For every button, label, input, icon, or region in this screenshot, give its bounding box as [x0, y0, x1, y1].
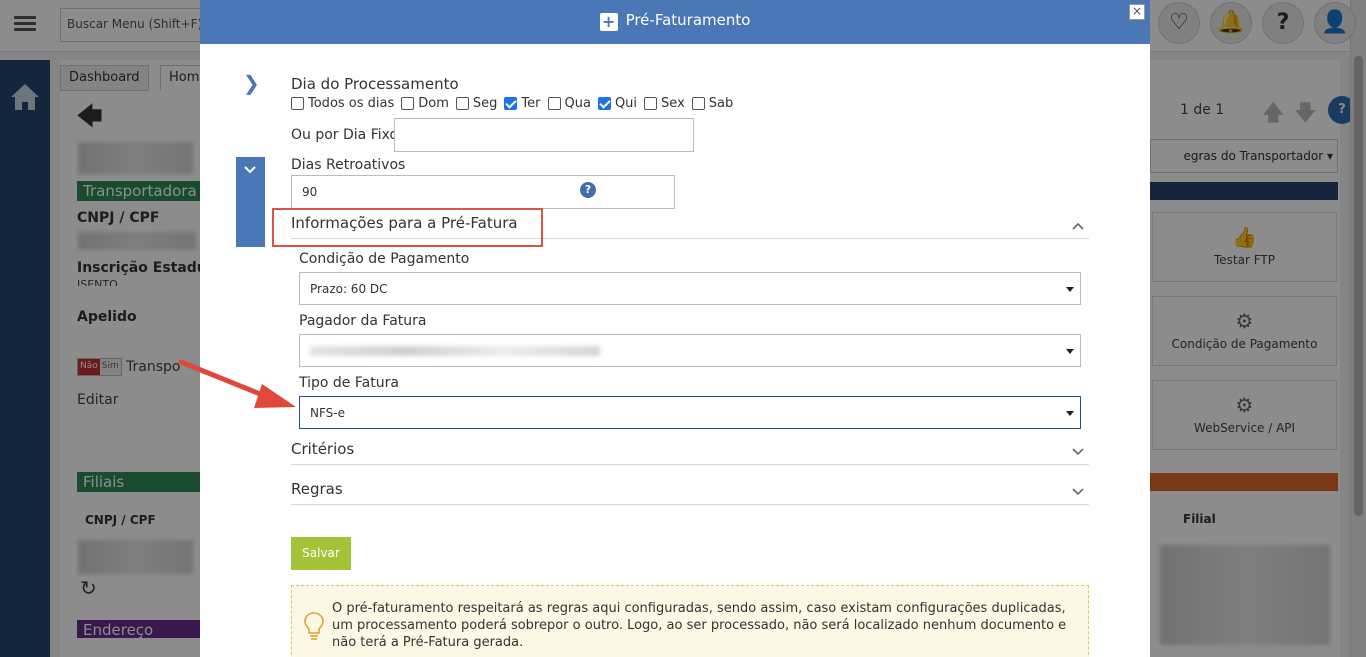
help-question-icon[interactable]: ? — [580, 182, 596, 198]
checkbox-label: Ter — [521, 96, 541, 111]
day-checkbox-sex[interactable]: Sex — [644, 96, 685, 111]
pagador-fatura-select[interactable] — [299, 334, 1081, 367]
accordion-criterios-title: Critérios — [291, 440, 355, 458]
day-checkbox-dom[interactable]: Dom — [401, 96, 449, 111]
info-text: O pré-faturamento respeitará as regras a… — [332, 601, 1067, 650]
condicao-pagamento-label: Condição de Pagamento — [299, 251, 470, 267]
day-checkbox-todos-os-dias[interactable]: Todos os dias — [291, 96, 394, 111]
checkbox-label: Todos os dias — [308, 96, 395, 111]
day-checkbox-qua[interactable]: Qua — [547, 96, 591, 111]
days-checkboxes: Todos os dias Dom Seg Ter Qua Qui Sex Sab — [291, 96, 740, 111]
checkbox-box[interactable] — [291, 97, 304, 110]
plus-icon: + — [599, 13, 618, 31]
checkbox-box[interactable] — [644, 97, 658, 110]
day-checkbox-ter[interactable]: Ter — [504, 96, 541, 111]
checkbox-label: Qua — [564, 96, 591, 111]
dias-retroativos-input[interactable]: 90 — [291, 175, 675, 209]
checkbox-label: Sex — [661, 96, 685, 111]
modal-title: + Pré-Faturamento — [200, 11, 1150, 31]
checkbox-box[interactable] — [691, 97, 705, 110]
day-checkbox-qui[interactable]: Qui — [597, 96, 638, 111]
blurred-pagador-value — [310, 345, 600, 356]
pre-faturamento-modal: + Pré-Faturamento × ❯ Dia do Processament… — [200, 0, 1150, 657]
dia-fixo-input[interactable] — [394, 118, 694, 152]
checkbox-box[interactable] — [504, 97, 518, 110]
tipo-fatura-label: Tipo de Fatura — [299, 375, 399, 391]
checkbox-label: Sab — [708, 96, 734, 111]
modal-header: + Pré-Faturamento × — [200, 0, 1150, 44]
lightbulb-icon — [304, 612, 324, 640]
checkbox-box[interactable] — [455, 97, 469, 110]
dia-processamento-label: Dia do Processamento — [291, 75, 459, 93]
dia-fixo-label: Ou por Dia Fixo — [291, 127, 399, 143]
condicao-pagamento-select[interactable]: Prazo: 60 DC — [299, 272, 1081, 305]
chevron-up-icon — [1072, 222, 1084, 230]
chevron-down-icon — [244, 166, 256, 174]
collapse-side-tab[interactable] — [236, 157, 265, 247]
checkbox-label: Dom — [418, 96, 449, 111]
checkbox-label: Qui — [614, 96, 638, 111]
highlight-box — [272, 208, 543, 247]
accordion-criterios[interactable]: Critérios — [291, 435, 1089, 465]
checkbox-box[interactable] — [547, 97, 561, 110]
accordion-regras-title: Regras — [291, 480, 343, 498]
day-checkbox-sab[interactable]: Sab — [691, 96, 734, 111]
chevron-down-icon — [1072, 448, 1084, 456]
dias-retroativos-label: Dias Retroativos — [291, 157, 406, 173]
info-alert: O pré-faturamento respeitará as regras a… — [291, 585, 1089, 657]
save-button[interactable]: Salvar — [291, 537, 351, 570]
chevron-down-icon — [1072, 488, 1084, 496]
checkbox-box[interactable] — [401, 97, 415, 110]
accordion-regras[interactable]: Regras — [291, 475, 1089, 505]
day-checkbox-seg[interactable]: Seg — [455, 96, 498, 111]
chevron-right-icon[interactable]: ❯ — [243, 71, 260, 95]
checkbox-label: Seg — [472, 96, 498, 111]
pagador-fatura-label: Pagador da Fatura — [299, 313, 427, 329]
close-button[interactable]: × — [1129, 4, 1145, 20]
tipo-fatura-select[interactable]: NFS-e — [299, 396, 1081, 429]
checkbox-box[interactable] — [597, 97, 611, 110]
